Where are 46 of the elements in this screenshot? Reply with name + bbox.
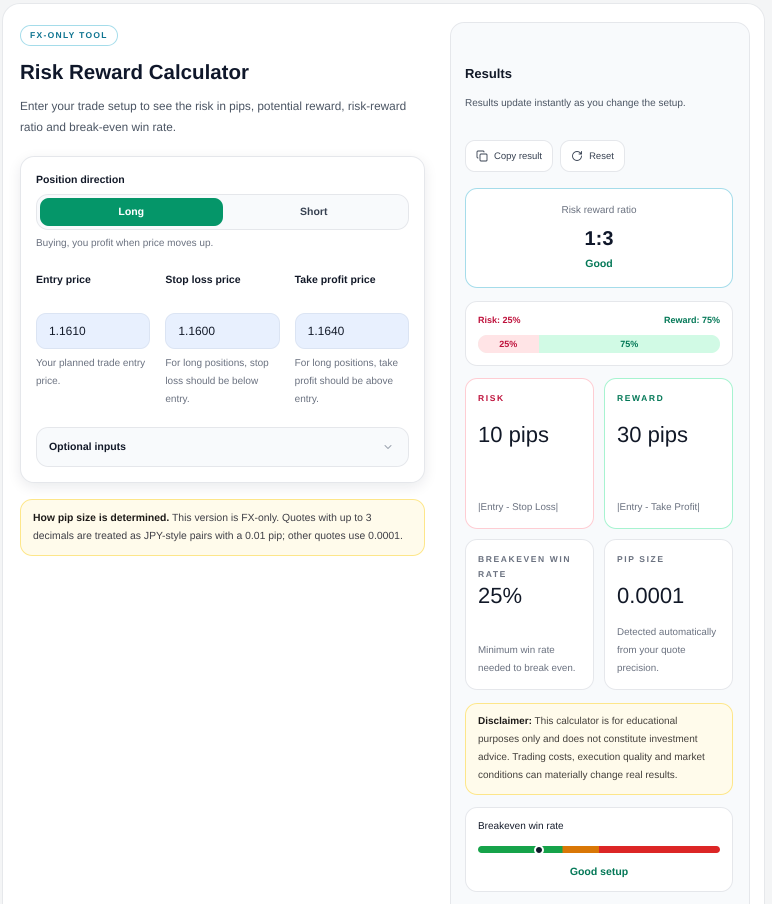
metric-label: BREAKEVEN WIN RATE [478, 553, 572, 581]
ratio-value: 1:3 [584, 227, 614, 252]
page-description: Enter your trade setup to see the risk in pips, potential reward, risk-reward ratio and break-even win rate. [20, 98, 408, 136]
metric-note: Detected automatically from your quote precision. [617, 626, 718, 676]
field-label: Entry price [36, 273, 92, 287]
metric-value: 25% [478, 582, 524, 610]
field-help-text: For long positions, take profit should be above entry. [294, 357, 400, 407]
price-input-field[interactable]: 1.1610 [36, 313, 150, 349]
metric-label: REWARD [617, 392, 666, 405]
results-subtitle: Results update instantly as you change the setup. [465, 97, 687, 111]
metric-label: RISK [478, 392, 506, 405]
gauge-label: Breakeven win rate [478, 820, 565, 834]
metric-value: 30 pips [617, 421, 689, 449]
risk-share-label: Risk: 25% [478, 314, 521, 327]
results-title: Results [465, 66, 513, 82]
gauge-verdict: Good setup [568, 865, 630, 879]
metric-label: PIP SIZE [617, 553, 666, 566]
field-label: Stop loss price [165, 273, 242, 287]
ratio-label: Risk reward ratio [561, 204, 637, 218]
action-button[interactable]: Copy result [465, 140, 554, 172]
copy-icon [476, 150, 488, 162]
metric-note: Minimum win rate needed to break even. [478, 644, 577, 676]
field-help-text: For long positions, stop loss should be below entry. [165, 357, 270, 407]
metric-value: 10 pips [478, 421, 550, 449]
page-title: Risk Reward Calculator [20, 60, 250, 86]
reward-share-label: Reward: 75% [664, 314, 720, 327]
pip-size-note: How pip size is determined. This version is FX-only. Quotes with up to 3 decimals are treated as JPY-style pairs with a 0.01 pip; other quotes use 0.0001. [20, 499, 425, 556]
tool-badge: FX-ONLY TOOL [20, 25, 118, 46]
ratio-rating: Good [585, 257, 613, 271]
direction-help-text: Buying, you profit when price moves up. [36, 237, 214, 251]
reset-icon [571, 150, 584, 162]
direction-option[interactable]: Short [222, 198, 405, 226]
metric-note: |Entry - Stop Loss| [478, 501, 560, 515]
field-label: Take profit price [294, 273, 377, 287]
price-input-field[interactable]: 1.1600 [165, 313, 280, 349]
direction-option[interactable]: Long [40, 198, 222, 226]
direction-label: Position direction [36, 173, 126, 187]
disclaimer-note: Disclaimer: This calculator is for educational purposes only and does not constitute investment advice. Trading costs, execution quality and market conditions can materially change real results. [465, 703, 733, 795]
metric-note: |Entry - Take Profit| [617, 501, 701, 515]
optional-inputs-toggle[interactable]: Optional inputs [36, 427, 409, 467]
action-button[interactable]: Reset [560, 140, 625, 172]
field-help-text: Your planned trade entry price. [36, 357, 146, 389]
risk-share-segment: 25% [478, 335, 538, 353]
metric-value: 0.0001 [617, 582, 686, 610]
reward-share-segment: 75% [538, 335, 720, 353]
price-input-field[interactable]: 1.1640 [294, 313, 409, 349]
